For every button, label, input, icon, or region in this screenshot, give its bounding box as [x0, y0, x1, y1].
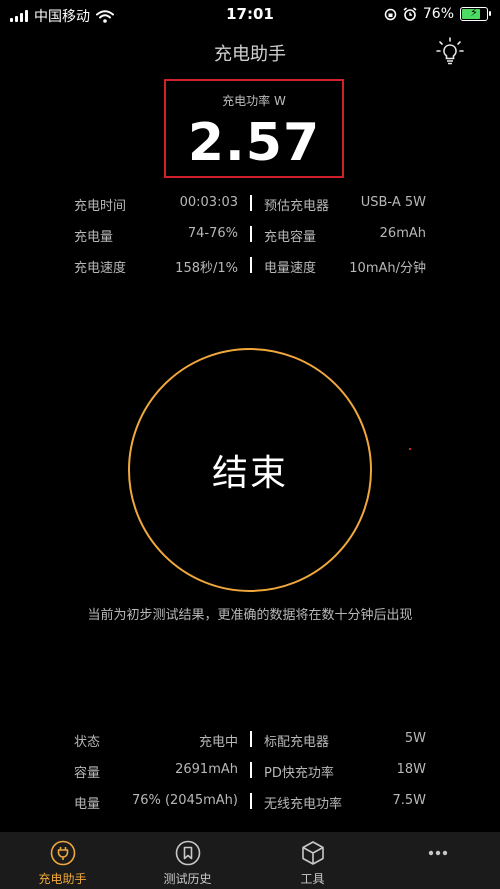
- info-row: 容量 2691mAh PD快充功率 18W: [74, 759, 426, 790]
- stat-label: 充电时间: [74, 199, 127, 214]
- info-label: 容量: [74, 766, 101, 781]
- stat-label: 充电速度: [74, 261, 127, 276]
- device-info: 状态 充电中 标配充电器 5W 容量 2691mAh PD快充功率 18W 电量…: [74, 728, 426, 821]
- tab-charging-assistant[interactable]: 充电助手: [0, 832, 125, 889]
- power-readout: 充电功率 W 2.57: [164, 79, 344, 178]
- battery-charging-icon: ⚡: [460, 6, 491, 21]
- stat-row: 充电时间 00:03:03 预估充电器 USB-A 5W: [74, 192, 426, 223]
- stat-value: 26mAh: [379, 226, 426, 241]
- divider: [250, 793, 252, 809]
- stat-label: 充电量: [74, 230, 114, 245]
- stat-value: 10mAh/分钟: [349, 261, 426, 276]
- stat-label: 预估充电器: [264, 199, 330, 214]
- cube-icon: [301, 841, 324, 865]
- stat-value: 00:03:03: [179, 195, 238, 210]
- tab-bar: 充电助手 测试历史 工具: [0, 832, 500, 889]
- info-value: 18W: [396, 762, 426, 777]
- charging-stats: 充电时间 00:03:03 预估充电器 USB-A 5W 充电量 74-76% …: [74, 192, 426, 285]
- divider: [250, 762, 252, 778]
- result-note: 当前为初步测试结果，更准确的数据将在数十分钟后出现: [87, 608, 413, 623]
- bookmark-icon: [175, 840, 200, 866]
- tab-label: 测试历史: [163, 872, 212, 886]
- info-value: 充电中: [198, 735, 238, 750]
- info-label: 标配充电器: [264, 735, 330, 750]
- stat-row: 充电速度 158秒/1% 电量速度 10mAh/分钟: [74, 254, 426, 285]
- info-value: 76% (2045mAh): [131, 793, 238, 808]
- divider: [250, 257, 252, 273]
- rotation-lock-icon: [384, 8, 397, 20]
- info-row: 电量 76% (2045mAh) 无线充电功率 7.5W: [74, 790, 426, 821]
- lightbulb-icon[interactable]: [434, 36, 466, 68]
- end-button[interactable]: 结束: [128, 348, 372, 592]
- stat-label: 电量速度: [264, 261, 317, 276]
- divider: [250, 731, 252, 747]
- info-label: 无线充电功率: [264, 797, 343, 812]
- more-icon: [428, 850, 447, 856]
- page-title: 充电助手: [214, 44, 286, 65]
- divider: [250, 195, 252, 211]
- info-label: 电量: [74, 797, 101, 812]
- tab-tools[interactable]: 工具: [250, 832, 375, 889]
- info-value: 7.5W: [392, 793, 426, 808]
- end-button-label: 结束: [211, 453, 288, 494]
- divider: [250, 226, 252, 242]
- status-bar: 中国移动 17:01 76% ⚡: [0, 0, 500, 30]
- power-label: 充电功率 W: [222, 94, 286, 108]
- info-row: 状态 充电中 标配充电器 5W: [74, 728, 426, 759]
- indicator-dot: [409, 448, 411, 450]
- tab-more[interactable]: [375, 832, 500, 889]
- tab-label: 工具: [300, 872, 325, 886]
- power-value: 2.57: [187, 113, 321, 173]
- tab-label: 充电助手: [38, 872, 87, 886]
- info-label: PD快充功率: [264, 766, 334, 781]
- stat-row: 充电量 74-76% 充电容量 26mAh: [74, 223, 426, 254]
- plug-icon: [50, 840, 75, 866]
- alarm-icon: [403, 7, 417, 21]
- info-value: 2691mAh: [175, 762, 238, 777]
- battery-percent: 76%: [422, 6, 454, 22]
- stat-value: 74-76%: [187, 226, 238, 241]
- info-value: 5W: [404, 731, 426, 746]
- info-label: 状态: [74, 735, 101, 750]
- stat-value: USB-A 5W: [360, 195, 426, 210]
- stat-label: 充电容量: [264, 230, 317, 245]
- stat-value: 158秒/1%: [175, 261, 238, 276]
- status-right: 76% ⚡: [384, 6, 491, 22]
- tab-test-history[interactable]: 测试历史: [125, 832, 250, 889]
